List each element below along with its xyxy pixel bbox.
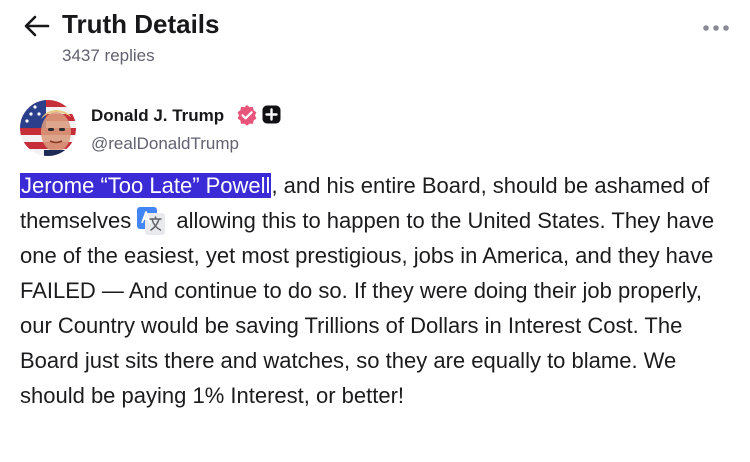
author-row: Donald J. Trump @realDonaldTrump [20, 100, 730, 160]
google-translate-icon[interactable] [136, 206, 166, 236]
reply-count: 3437 replies [62, 46, 155, 65]
back-arrow-icon[interactable] [22, 13, 50, 39]
selected-text-highlight[interactable]: Jerome “Too Late” Powell [20, 173, 272, 198]
post-header: Truth Details 3437 replies [0, 0, 750, 80]
verified-badge-icon [237, 105, 257, 126]
author-handle[interactable]: @realDonaldTrump [91, 134, 239, 154]
plus-badge-icon [262, 105, 281, 124]
post-text: Jerome “Too Late” Powell, and his entire… [20, 168, 735, 413]
post-text-part-2: allowing this to happen to the United St… [20, 208, 715, 408]
page-title: Truth Details [62, 9, 220, 39]
avatar[interactable] [20, 100, 76, 156]
avatar-image [20, 100, 76, 156]
author-name[interactable]: Donald J. Trump [91, 106, 224, 126]
more-options-icon[interactable] [700, 20, 732, 36]
